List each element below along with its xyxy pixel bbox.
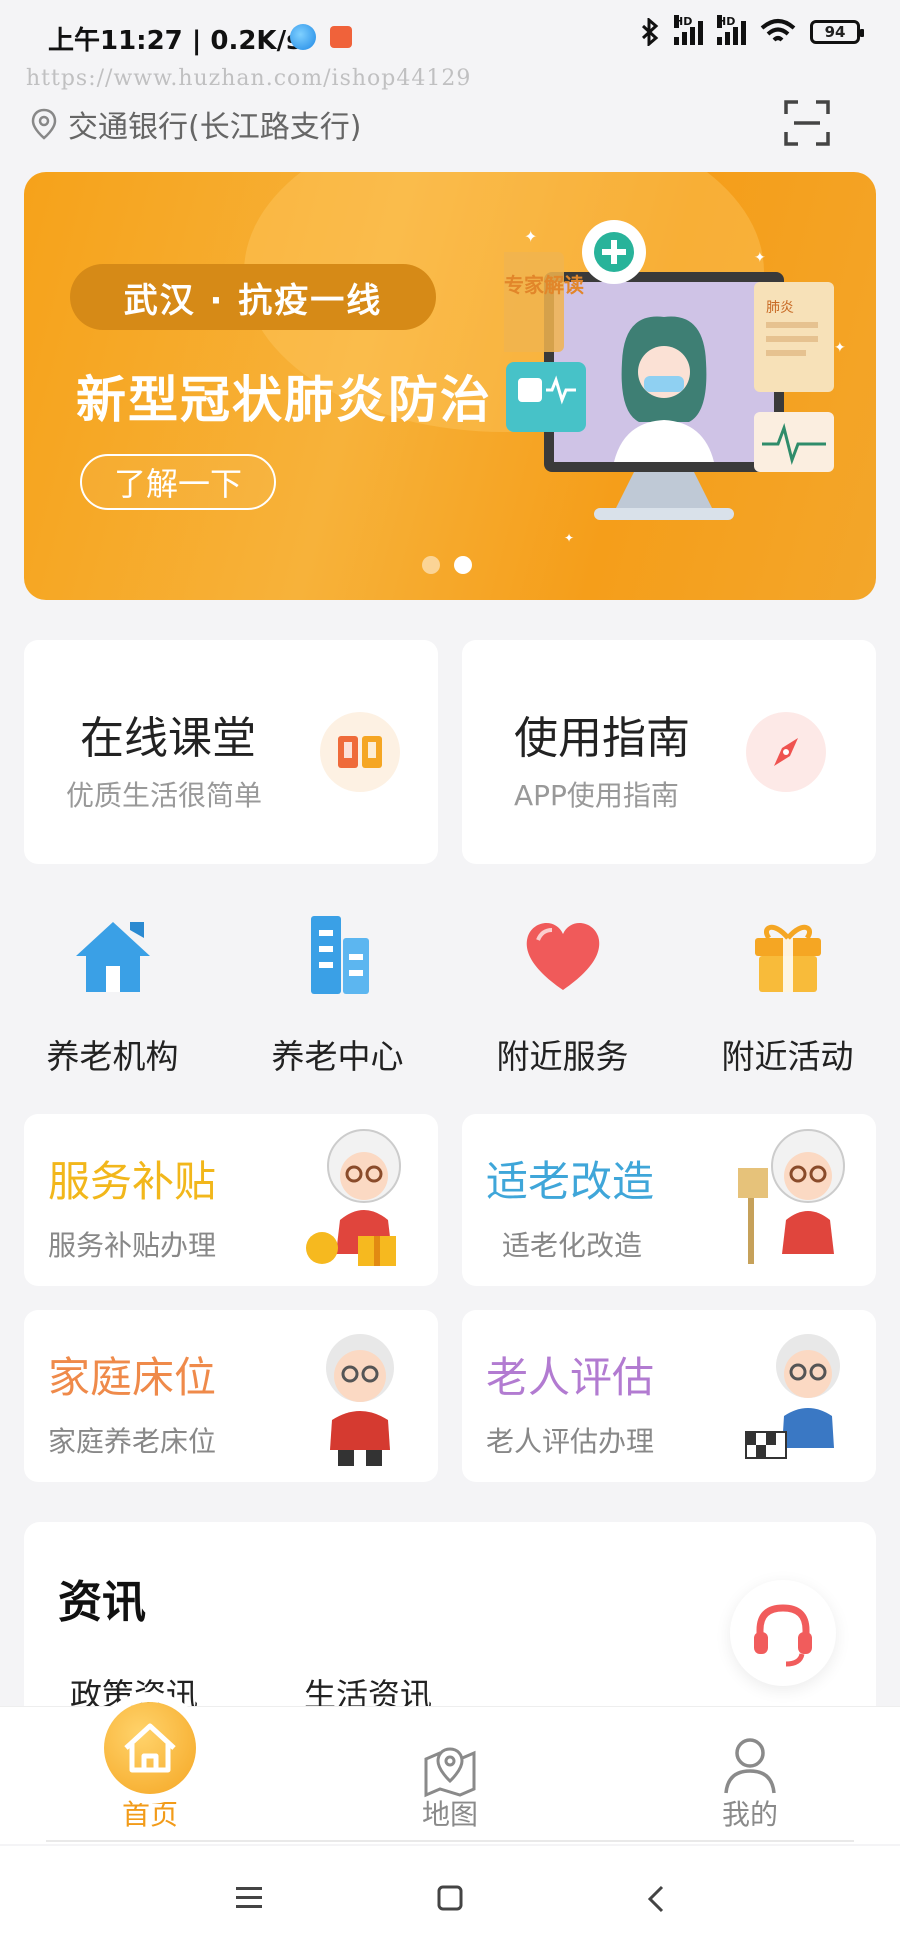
house-icon xyxy=(75,922,150,992)
home-square-icon[interactable] xyxy=(436,1884,464,1912)
banner-tag: 武汉 · 抗疫一线 xyxy=(70,264,436,330)
tab-label: 地图 xyxy=(421,1798,478,1831)
svg-text:✦: ✦ xyxy=(524,227,537,246)
location-selector[interactable]: 交通银行(长江路支行) xyxy=(30,102,361,146)
family-bed-card[interactable]: 家庭床位 家庭养老床位 xyxy=(24,1310,438,1482)
map-pin-icon xyxy=(424,1747,476,1798)
promo-banner[interactable]: 武汉 · 抗疫一线 新型冠状肺炎防治 了解一下 ✦ ✦ ✦ ✦ 专家解读 肺炎 xyxy=(24,172,876,600)
tab-profile[interactable]: 我的 xyxy=(670,1707,830,1845)
battery-icon: 94 xyxy=(810,20,864,44)
card-subtitle: 优质生活很简单 xyxy=(66,779,263,812)
wifi-icon xyxy=(760,19,796,42)
quick-link-nursing-home[interactable]: 养老机构 xyxy=(0,910,225,1078)
heart-icon xyxy=(526,922,599,990)
tab-label: 我的 xyxy=(721,1798,778,1831)
back-icon[interactable] xyxy=(646,1884,666,1914)
banner-title: 新型冠状肺炎防治 xyxy=(76,371,492,429)
card-subtitle: APP使用指南 xyxy=(514,779,679,812)
compass-icon xyxy=(746,712,826,792)
service-subsidy-card[interactable]: 服务补贴 服务补贴办理 xyxy=(24,1114,438,1286)
service-title: 老人评估 xyxy=(486,1353,655,1402)
signal-icon-2: HD xyxy=(717,15,746,45)
service-title: 服务补贴 xyxy=(48,1157,217,1206)
tab-map[interactable]: 地图 xyxy=(370,1707,530,1845)
grandma-coins-illustration xyxy=(306,1129,401,1266)
quick-link-label: 养老机构 xyxy=(46,1037,179,1076)
grandpa-illustration xyxy=(326,1334,394,1466)
banner-dot-active[interactable] xyxy=(454,556,472,574)
system-navigation-bar xyxy=(0,1846,900,1950)
quick-link-nearby-service[interactable]: 附近服务 xyxy=(450,910,675,1078)
headset-icon xyxy=(754,1604,812,1667)
svg-text:✦: ✦ xyxy=(834,340,846,356)
elder-assessment-card[interactable]: 老人评估 老人评估办理 xyxy=(462,1310,876,1482)
bluetooth-icon xyxy=(641,18,659,46)
status-time: 上午11:27 | 0.2K/s xyxy=(48,26,302,56)
card-title: 使用指南 xyxy=(514,713,690,764)
svg-text:✦: ✦ xyxy=(754,250,766,266)
expert-badge-text: 专家解读 xyxy=(504,273,584,297)
home-icon xyxy=(124,1723,176,1773)
browser-notification-icon xyxy=(290,24,316,50)
menu-icon[interactable] xyxy=(234,1884,264,1912)
divider xyxy=(46,1840,854,1842)
quick-link-label: 附近服务 xyxy=(496,1037,629,1076)
service-title: 适老改造 xyxy=(486,1157,655,1206)
book-icon xyxy=(320,712,400,792)
svg-text:✦: ✦ xyxy=(564,531,574,545)
service-subtitle: 适老化改造 xyxy=(502,1229,643,1262)
doctor-monitor-illustration: ✦ ✦ ✦ ✦ 专家解读 肺炎 xyxy=(504,220,846,545)
grandma-sign-illustration xyxy=(738,1129,845,1264)
signal-icon-1: HD xyxy=(674,15,703,45)
service-subtitle: 家庭养老床位 xyxy=(48,1425,217,1458)
report-label-text: 肺炎 xyxy=(766,300,794,316)
home-modification-card[interactable]: 适老改造 适老化改造 xyxy=(462,1114,876,1286)
quick-link-label: 养老中心 xyxy=(271,1037,404,1076)
card-title: 在线课堂 xyxy=(80,713,256,764)
service-title: 家庭床位 xyxy=(48,1353,217,1402)
mail-notification-icon xyxy=(330,26,352,48)
scan-icon[interactable] xyxy=(784,100,830,146)
location-pin-icon xyxy=(31,108,57,140)
service-subtitle: 老人评估办理 xyxy=(486,1425,655,1458)
service-subtitle: 服务补贴办理 xyxy=(48,1229,217,1262)
watermark: https://www.huzhan.com/ishop44129 xyxy=(26,66,472,91)
home-tab-bubble[interactable] xyxy=(104,1702,196,1794)
grandpa-chess-illustration xyxy=(745,1334,840,1459)
quick-link-elderly-center[interactable]: 养老中心 xyxy=(225,910,450,1078)
user-icon xyxy=(724,1738,776,1794)
learn-more-button[interactable]: 了解一下 xyxy=(80,454,276,510)
quick-link-label: 附近活动 xyxy=(721,1037,854,1076)
tab-label: 首页 xyxy=(121,1798,178,1831)
status-bar: 上午11:27 | 0.2K/s HD HD 94 xyxy=(0,0,900,70)
building-icon xyxy=(310,916,369,994)
banner-pagination xyxy=(422,556,472,574)
gift-icon xyxy=(754,924,821,992)
location-text: 交通银行(长江路支行) xyxy=(68,110,362,145)
news-title: 资讯 xyxy=(58,1577,146,1628)
quick-link-nearby-activity[interactable]: 附近活动 xyxy=(675,910,900,1078)
banner-dot[interactable] xyxy=(422,556,440,574)
online-class-card[interactable]: 在线课堂 优质生活很简单 xyxy=(24,640,438,864)
customer-service-button[interactable] xyxy=(730,1580,836,1686)
user-guide-card[interactable]: 使用指南 APP使用指南 xyxy=(462,640,876,864)
